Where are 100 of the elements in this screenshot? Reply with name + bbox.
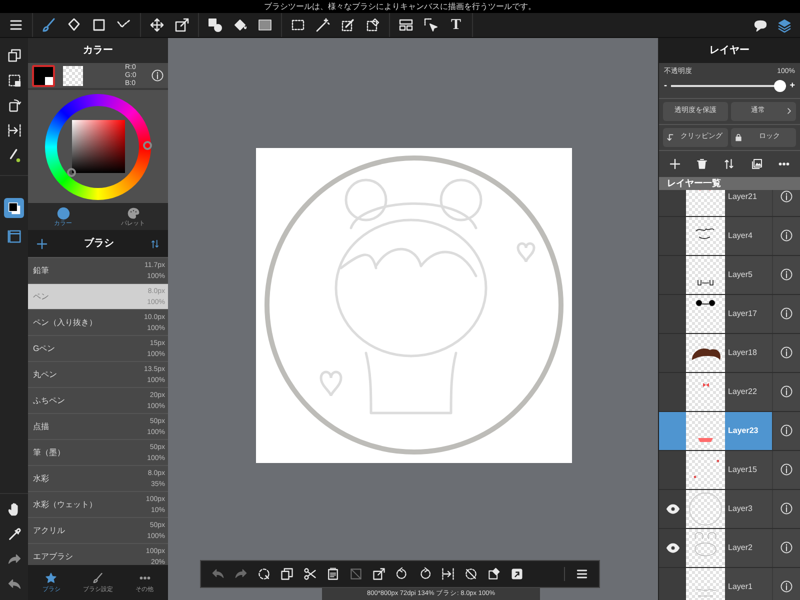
- transform-icon[interactable]: [174, 17, 190, 33]
- section-title: レイヤー一覧: [667, 178, 721, 188]
- brush-icon[interactable]: [41, 17, 57, 33]
- rotate-icon[interactable]: [6, 98, 22, 113]
- eyedropper-icon[interactable]: [6, 527, 22, 542]
- clipboard-icon[interactable]: [326, 567, 340, 581]
- selection-icon[interactable]: [290, 17, 306, 33]
- info-icon[interactable]: [780, 463, 793, 476]
- image-icon[interactable]: [750, 158, 763, 170]
- fill-icon[interactable]: [510, 567, 524, 581]
- palette-icon: [126, 206, 140, 220]
- layer-item[interactable]: Layer2: [659, 528, 800, 568]
- opacity-slider[interactable]: [671, 80, 786, 92]
- info-icon[interactable]: [780, 268, 793, 281]
- square-icon[interactable]: [91, 17, 107, 33]
- brush-name: 水彩（ウェット）: [33, 498, 98, 510]
- trash-icon[interactable]: [696, 158, 708, 170]
- panel-title: ブラシ: [83, 236, 115, 251]
- lock-icon: [734, 132, 743, 142]
- selection-icon[interactable]: [257, 567, 271, 581]
- rotate-icon[interactable]: [395, 567, 409, 581]
- selection-pen-icon[interactable]: [340, 17, 356, 33]
- selection-eraser-icon[interactable]: [365, 17, 381, 33]
- layer-item[interactable]: Layer17: [659, 294, 800, 334]
- info-icon[interactable]: [780, 229, 793, 242]
- info-icon[interactable]: [780, 424, 793, 437]
- brush-name: 点描: [33, 420, 50, 432]
- info-icon[interactable]: [780, 190, 793, 203]
- brush-name: 丸ペン: [33, 368, 58, 380]
- sort-icon[interactable]: [150, 238, 160, 248]
- shapes-icon[interactable]: [207, 17, 223, 33]
- info-icon[interactable]: [780, 541, 793, 554]
- selection-eraser-icon[interactable]: [487, 567, 501, 581]
- speech-bubble-icon[interactable]: [753, 18, 768, 32]
- layers-icon[interactable]: [777, 18, 792, 32]
- layer-name: Layer22: [728, 386, 757, 398]
- move-icon[interactable]: [149, 17, 165, 33]
- layer-name: Layer17: [728, 308, 757, 320]
- info-icon[interactable]: [780, 307, 793, 320]
- menu-icon[interactable]: [575, 567, 589, 581]
- layer-item[interactable]: Layer5: [659, 256, 800, 294]
- background-color-swatch[interactable]: [63, 66, 83, 86]
- rotate-icon[interactable]: [418, 567, 432, 581]
- flip-icon[interactable]: [441, 567, 455, 581]
- flip-icon[interactable]: [6, 123, 22, 138]
- panel-title: カラー: [83, 44, 113, 58]
- layer-thumbnail: [686, 294, 725, 332]
- text-tool-icon[interactable]: T: [448, 18, 464, 32]
- brush-name: 筆（墨）: [33, 446, 66, 458]
- layer-item[interactable]: Layer15: [659, 450, 800, 490]
- clip-arrow-icon: [666, 132, 675, 142]
- info-icon[interactable]: [780, 502, 793, 515]
- layer-item[interactable]: Layer21: [659, 190, 800, 216]
- info-icon[interactable]: [151, 69, 164, 82]
- selection-icon[interactable]: [6, 73, 22, 88]
- layer-name: Layer5: [728, 268, 752, 280]
- transform-icon[interactable]: [372, 567, 386, 581]
- layer-item[interactable]: Layer4: [659, 216, 800, 256]
- copy-icon[interactable]: [280, 567, 294, 581]
- layer-thumbnail: [686, 568, 725, 600]
- layer-name: Layer1: [728, 580, 752, 592]
- status-message: ブラシツールは、様々なブラシによりキャンバスに描画を行うツールです。: [264, 2, 536, 10]
- eye-icon[interactable]: [666, 502, 680, 516]
- info-icon[interactable]: [780, 346, 793, 359]
- layer-thumbnail: [686, 450, 725, 488]
- minus-label[interactable]: -: [664, 78, 667, 92]
- layer-name: Layer15: [728, 464, 757, 476]
- plus-label[interactable]: +: [790, 78, 795, 92]
- info-icon[interactable]: [780, 580, 793, 593]
- copy-icon[interactable]: [6, 48, 22, 63]
- layer-thumbnail: [686, 372, 725, 410]
- layer-item[interactable]: Layer18: [659, 334, 800, 372]
- layer-thumbnail: [686, 412, 725, 450]
- bucket-icon[interactable]: [232, 17, 248, 33]
- layer-item[interactable]: Layer1: [659, 568, 800, 600]
- chevron-icon: [785, 107, 793, 115]
- sort-icon[interactable]: [723, 158, 736, 170]
- pointer-icon[interactable]: [423, 17, 439, 33]
- saturation-square[interactable]: [72, 120, 124, 173]
- panels-icon[interactable]: [398, 17, 414, 33]
- gradient-icon[interactable]: [257, 17, 273, 33]
- slider-thumb[interactable]: [774, 80, 786, 92]
- info-icon[interactable]: [780, 385, 793, 398]
- wand-icon[interactable]: [315, 17, 331, 33]
- layer-name: Layer3: [728, 502, 752, 514]
- layer-item[interactable]: Layer22: [659, 372, 800, 412]
- eye-icon[interactable]: [666, 540, 680, 554]
- layer-thumbnail: [686, 490, 725, 528]
- layer-thumbnail: [686, 334, 725, 372]
- hue-handle[interactable]: [143, 140, 152, 150]
- layer-item[interactable]: Layer3: [659, 490, 800, 528]
- layer-name: Layer4: [728, 230, 752, 242]
- eraser-icon[interactable]: [66, 17, 82, 33]
- layer-name: Layer18: [728, 346, 757, 358]
- scissors-icon[interactable]: [303, 567, 317, 581]
- saturation-handle[interactable]: [67, 168, 76, 176]
- foreground-color-swatch[interactable]: [32, 64, 55, 86]
- plus-icon[interactable]: [36, 238, 48, 250]
- deselect-icon[interactable]: [464, 567, 478, 581]
- menu-icon[interactable]: [8, 17, 24, 33]
